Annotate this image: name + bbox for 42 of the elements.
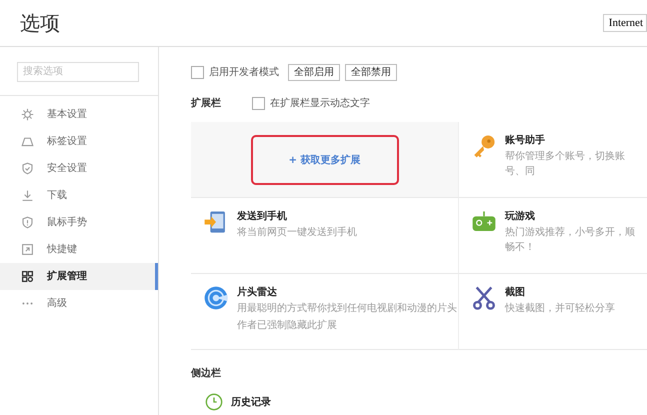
grid-icon	[21, 270, 34, 282]
extension-name: 截图	[505, 286, 525, 299]
radar-icon	[203, 285, 229, 311]
search-field[interactable]: 搜索选项	[17, 62, 139, 82]
toolbar-button[interactable]: 全部启用	[288, 64, 340, 80]
extension-name: 玩游戏	[505, 210, 535, 223]
section-title: 扩展栏	[191, 96, 221, 110]
extension-description: 用最聪明的方式帮你找到任何电视剧和动漫的片头	[237, 302, 457, 316]
sidebar-item[interactable]: 鼠标手势	[0, 208, 158, 236]
checkbox-label: 在扩展栏显示动态文字	[270, 96, 370, 110]
sidebar-item[interactable]: 高级	[0, 290, 158, 316]
extension-name: 发送到手机	[237, 210, 287, 223]
dropdown-button[interactable]: Internet	[602, 14, 647, 32]
arrow-square-icon	[21, 242, 34, 256]
clock-icon	[205, 393, 223, 411]
shield-exclamation-icon	[21, 216, 34, 228]
checkbox[interactable]	[191, 66, 204, 78]
extension-note: 作者已强制隐藏此扩展	[237, 318, 337, 333]
get-more-extensions-button[interactable]: + 获取更多扩展	[250, 134, 398, 184]
shield-icon	[21, 162, 34, 174]
section-title: 侧边栏	[191, 366, 221, 380]
page-title: 选项	[20, 10, 60, 36]
extension-description: 热门游戏推荐，小号多开，顺畅不！	[505, 226, 636, 255]
extension-description: 帮你管理多个账号，切换账号、同	[505, 150, 626, 179]
sidebar-item[interactable]: 下载	[0, 182, 158, 208]
download-icon	[21, 188, 34, 202]
extension-description: 将当前网页一键发送到手机	[237, 226, 357, 240]
extension-name: 账号助手	[505, 134, 545, 147]
tab-icon	[21, 134, 34, 148]
sidebar-item[interactable]: 标签设置	[0, 128, 158, 154]
extension-name: 片头雷达	[237, 286, 277, 299]
extension-description: 快速截图，并可轻松分享	[505, 302, 615, 316]
toolbar-button[interactable]: 全部禁用	[345, 64, 397, 80]
sidebar-item[interactable]: 基本设置	[0, 100, 158, 128]
extension-name: 历史记录	[231, 396, 271, 409]
sidebar-item[interactable]: 安全设置	[0, 154, 158, 182]
scissors-icon	[471, 285, 497, 311]
sidebar-item[interactable]: 快捷键	[0, 236, 158, 262]
checkbox-label: 启用开发者模式	[209, 66, 279, 79]
sidebar-item[interactable]: 扩展管理	[0, 262, 158, 290]
checkbox[interactable]	[252, 96, 265, 110]
gear-icon	[21, 108, 34, 120]
